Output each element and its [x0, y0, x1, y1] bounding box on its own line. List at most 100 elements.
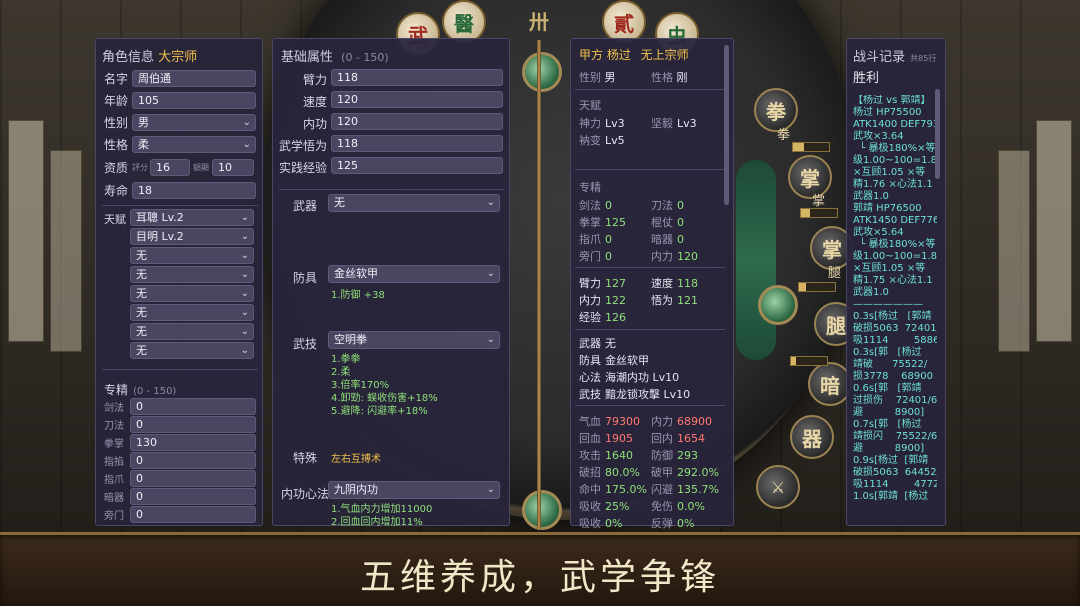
fist-medallion-icon: 拳 [754, 88, 798, 132]
spec-field[interactable]: 0 [130, 398, 256, 415]
stat-value: 0.0% [677, 500, 705, 513]
attr-field[interactable]: 118 [331, 69, 503, 86]
neigong-select[interactable]: 九阴内功 ⌄ [328, 481, 500, 499]
stat-value: 0 [605, 250, 612, 263]
jade-disc [758, 285, 798, 325]
fighter-battle-stat: 回内 1654 [651, 430, 705, 446]
stat-label: 剑法 [579, 199, 601, 212]
spec-field[interactable]: 130 [130, 434, 256, 451]
spec-row: 指掐 0 [104, 452, 256, 469]
log-line: 过损伤 72401/6 [853, 395, 937, 406]
attr-field[interactable]: 120 [331, 113, 503, 130]
log-line: 0.6s[郭 [郭靖 [853, 383, 922, 394]
fighter-spec: 拳掌 125 [579, 214, 626, 230]
skill-effect: 5.避降: 闪避率+18% [331, 406, 428, 417]
talent-value: 无 [136, 249, 147, 262]
log-line: 武攻×5.64 [853, 227, 904, 238]
fighter-spec: 旁门 0 [579, 248, 612, 264]
armor-select[interactable]: 金丝软甲 ⌄ [328, 265, 500, 283]
chevron-down-icon: ⌄ [486, 484, 495, 495]
spec-field[interactable]: 0 [130, 488, 256, 505]
side-label: 掌 [812, 194, 826, 209]
name-field[interactable]: 周伯通 [132, 70, 256, 87]
log-line: 郭靖 HP76500 [853, 203, 922, 214]
stat-label: 拳掌 [579, 216, 601, 229]
talent-select[interactable]: 无 ⌄ [130, 247, 254, 264]
talent-select[interactable]: 无 ⌄ [130, 323, 254, 340]
talent-select[interactable]: 目明 Lv.2 ⌄ [130, 228, 254, 245]
stat-label: 回内 [651, 432, 673, 445]
gender-select[interactable]: 男 ⌄ [132, 114, 256, 131]
divider [575, 89, 725, 90]
attr-field[interactable]: 118 [331, 135, 503, 152]
spec-label: 指爪 [104, 475, 124, 486]
panel-title: 基础属性 (0 - 150) [281, 46, 389, 65]
age-field[interactable]: 105 [132, 92, 256, 109]
log-line: 破损5063 72401/6 [853, 323, 937, 334]
attr-label: 武学悟为 [278, 139, 327, 153]
log-line: 杨过 HP75500 [853, 107, 922, 118]
talent-select[interactable]: 无 ⌄ [130, 342, 254, 359]
stat-label: 防具 [579, 354, 601, 367]
spec-field[interactable]: 0 [130, 470, 256, 487]
aptitude-field-2[interactable]: 10 [212, 159, 254, 176]
fighter-scrollbar[interactable] [724, 45, 729, 205]
spec-field[interactable]: 0 [130, 452, 256, 469]
fighter-spec: 剑法 0 [579, 197, 612, 213]
stat-value: Lv3 [605, 117, 625, 130]
talent-select[interactable]: 无 ⌄ [130, 304, 254, 321]
talent-select[interactable]: 无 ⌄ [130, 266, 254, 283]
log-header: 战斗记录 共85行 [853, 46, 936, 65]
log-line: 武器1.0 [853, 287, 889, 298]
spec-field[interactable]: 0 [130, 506, 256, 523]
battle-result: 胜利 [853, 71, 880, 86]
stat-value: 1640 [605, 449, 633, 462]
temper-value: 柔 [138, 138, 149, 151]
weapon-select[interactable]: 无 ⌄ [328, 194, 500, 212]
spec-field[interactable]: 0 [130, 416, 256, 433]
name-label: 名字 [104, 72, 129, 86]
talent-select[interactable]: 耳聰 Lv.2 ⌄ [130, 209, 254, 226]
aptitude-field-1[interactable]: 16 [150, 159, 190, 176]
fighter-battle-stat: 吸收 25% [579, 498, 629, 514]
fighter-battle-stat: 破甲 292.0% [651, 464, 719, 480]
stat-value: 男 [604, 71, 616, 84]
neigong-effect-list: 1.气血内力增加11000 2.回血回内增加11% [331, 503, 432, 529]
panel-title: 角色信息 大宗师 [102, 46, 197, 65]
skill-select[interactable]: 空明拳 ⌄ [328, 331, 500, 349]
divider [575, 405, 725, 406]
stat-label: 回血 [579, 432, 601, 445]
stat-label: 暗器 [651, 233, 673, 246]
fighter-spec: 指爪 0 [579, 231, 612, 247]
log-scrollbar[interactable] [935, 89, 940, 179]
temper-select[interactable]: 柔 ⌄ [132, 136, 256, 153]
divider [575, 169, 725, 170]
rank-text: 大宗师 [158, 50, 198, 65]
attr-field[interactable]: 125 [331, 157, 503, 174]
stat-label: 刀法 [651, 199, 673, 212]
palm-medallion-icon: 掌 [788, 155, 832, 199]
spec-row: 指爪 0 [104, 470, 256, 487]
neigong-effect: 2.回血回内增加11% [331, 517, 423, 528]
spec-label: 暗器 [104, 493, 124, 504]
fighter-rank: 无上宗师 [640, 48, 689, 62]
talent-value: 无 [136, 306, 147, 319]
role-panel-title: 角色信息 [102, 50, 155, 65]
stat-label: 攻击 [579, 449, 601, 462]
hidden-meter [790, 356, 828, 366]
fighter-battle-stat: 防御 293 [651, 447, 698, 463]
role-info-panel: 角色信息 大宗师 名字 周伯通 年龄 105 性别 男 ⌄ 性格 柔 ⌄ 资质 評分… [95, 38, 263, 526]
talent-select[interactable]: 无 ⌄ [130, 285, 254, 302]
stat-value: 0% [605, 517, 623, 530]
life-field[interactable]: 18 [132, 182, 256, 199]
log-list[interactable]: 【杨过 vs 郭靖】 杨过 HP75500 ATK1400 DEF793 武攻×3.6… [853, 95, 937, 523]
log-line: 避 8900] [853, 443, 925, 454]
log-line: 吸1114 4772] [853, 479, 937, 490]
attr-field[interactable]: 120 [331, 91, 503, 108]
skill-label: 武技 [293, 337, 318, 351]
log-line: 级1.00~100=1.80 [853, 251, 937, 262]
stat-label: 臂力 [579, 277, 601, 290]
chevron-down-icon: ⌄ [486, 334, 495, 345]
fighter-talent: 坚毅 Lv3 [651, 115, 697, 131]
stat-label: 性格 [651, 71, 673, 84]
